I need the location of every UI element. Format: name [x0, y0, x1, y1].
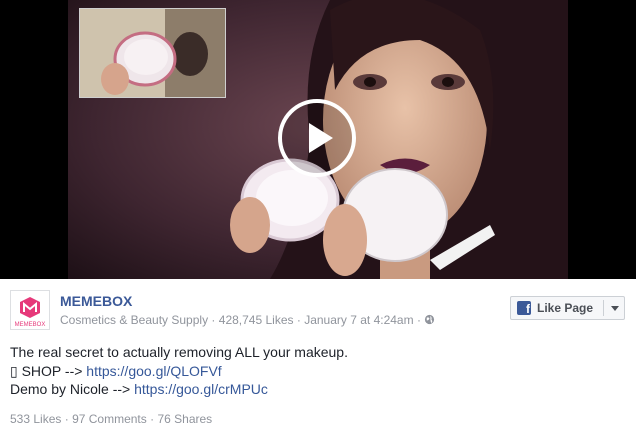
page-category[interactable]: Cosmetics & Beauty Supply: [60, 313, 208, 327]
like-page-button-group: f Like Page: [510, 296, 625, 320]
page-name-link[interactable]: MEMEBOX: [60, 293, 132, 309]
comments-count[interactable]: 97 Comments: [72, 412, 147, 426]
likes-count[interactable]: 533 Likes: [10, 412, 61, 426]
svg-text:MEMEBOX: MEMEBOX: [15, 322, 46, 328]
post-text-line: The real secret to actually removing ALL…: [10, 344, 348, 360]
shop-prefix: ▯ SHOP -->: [10, 363, 83, 379]
post-text-line: Demo by Nicole --> https://goo.gl/crMPUc: [10, 381, 268, 397]
demo-prefix: Demo by Nicole -->: [10, 381, 131, 397]
shares-count[interactable]: 76 Shares: [157, 412, 212, 426]
post-text-line: ▯ SHOP --> https://goo.gl/QLOFVf: [10, 363, 222, 380]
post-meta: Cosmetics & Beauty Supply · 428,745 Like…: [60, 313, 435, 327]
post-timestamp[interactable]: January 7 at 4:24am: [304, 313, 413, 327]
meta-separator: ·: [211, 313, 216, 327]
page-likes[interactable]: 428,745 Likes: [219, 313, 294, 327]
post-stats: 533 Likes · 97 Comments · 76 Shares: [10, 412, 212, 426]
button-divider: [603, 300, 604, 316]
like-page-button[interactable]: f Like Page: [511, 297, 593, 319]
meta-separator: ·: [296, 313, 301, 327]
like-page-label: Like Page: [537, 301, 594, 315]
inset-video: [79, 8, 226, 98]
stats-separator: ·: [150, 412, 155, 426]
facebook-icon: f: [517, 301, 531, 316]
play-icon: [309, 123, 333, 153]
post-avatar[interactable]: MEMEBOX: [10, 290, 50, 330]
meta-separator: ·: [416, 313, 421, 327]
memebox-logo: MEMEBOX: [10, 290, 50, 330]
chevron-down-icon: [611, 306, 619, 311]
like-page-dropdown-button[interactable]: [607, 297, 624, 319]
demo-link[interactable]: https://goo.gl/crMPUc: [134, 381, 268, 397]
video-player[interactable]: [0, 0, 636, 279]
globe-icon[interactable]: [424, 314, 435, 325]
stats-separator: ·: [64, 412, 69, 426]
play-button[interactable]: [278, 99, 356, 177]
shop-link[interactable]: https://goo.gl/QLOFVf: [86, 363, 221, 379]
inset-video-image: [80, 9, 225, 97]
